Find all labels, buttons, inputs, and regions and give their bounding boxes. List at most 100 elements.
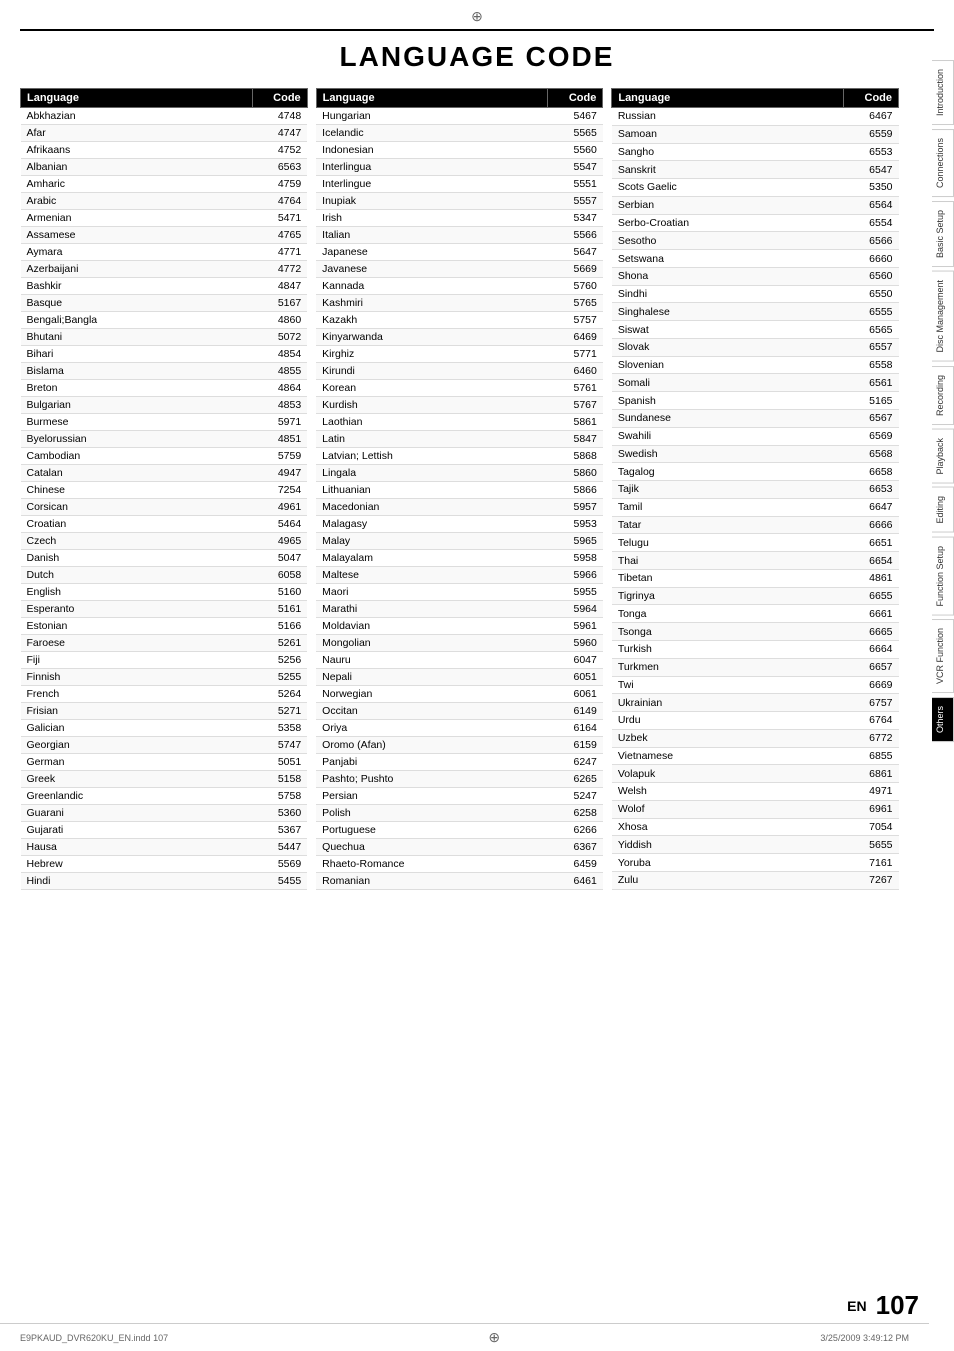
table-row: Portuguese6266 [316, 822, 603, 839]
sidebar-tab-others[interactable]: Others [932, 697, 954, 742]
language-cell: Zulu [612, 871, 844, 889]
sidebar-tab-vcr-function[interactable]: VCR Function [932, 619, 954, 693]
language-cell: Gujarati [21, 822, 253, 839]
language-cell: Siswat [612, 321, 844, 339]
table-row: Japanese5647 [316, 244, 603, 261]
language-cell: Bhutani [21, 329, 253, 346]
code-cell: 5158 [252, 771, 307, 788]
language-cell: Afar [21, 125, 253, 142]
language-cell: Korean [316, 380, 548, 397]
sidebar-tab-introduction[interactable]: Introduction [932, 60, 954, 125]
code-cell: 6149 [548, 703, 603, 720]
language-cell: Amharic [21, 176, 253, 193]
en-label: EN [847, 1298, 866, 1314]
language-cell: Inupiak [316, 193, 548, 210]
table-row: Norwegian6061 [316, 686, 603, 703]
code-cell: 5467 [548, 108, 603, 125]
table-row: Wolof6961 [612, 800, 899, 818]
sidebar-tab-editing[interactable]: Editing [932, 487, 954, 533]
code-cell: 5955 [548, 584, 603, 601]
table-row: Laothian5861 [316, 414, 603, 431]
language-cell: Afrikaans [21, 142, 253, 159]
code-cell: 4851 [252, 431, 307, 448]
main-content: Language Code Abkhazian4748Afar4747Afrik… [0, 88, 929, 890]
code-cell: 4855 [252, 363, 307, 380]
bottom-crosshair-icon: ⊕ [488, 1329, 500, 1345]
language-cell: Xhosa [612, 818, 844, 836]
language-cell: Kannada [316, 278, 548, 295]
code-cell: 5961 [548, 618, 603, 635]
code-cell: 6159 [548, 737, 603, 754]
code-cell: 5547 [548, 159, 603, 176]
table-row: Arabic4764 [21, 193, 308, 210]
code-cell: 6047 [548, 652, 603, 669]
language-cell: Twi [612, 676, 844, 694]
language-cell: Malay [316, 533, 548, 550]
table-row: Afar4747 [21, 125, 308, 142]
language-cell: Urdu [612, 712, 844, 730]
code-cell: 5861 [548, 414, 603, 431]
language-cell: Guarani [21, 805, 253, 822]
code-cell: 6764 [844, 712, 899, 730]
code-cell: 6560 [844, 267, 899, 285]
code-cell: 5953 [548, 516, 603, 533]
code-cell: 5767 [548, 397, 603, 414]
language-cell: Kashmiri [316, 295, 548, 312]
code-cell: 5560 [548, 142, 603, 159]
table-row: Tatar6666 [612, 516, 899, 534]
code-cell: 5569 [252, 856, 307, 873]
language-cell: Basque [21, 295, 253, 312]
code-cell: 5760 [548, 278, 603, 295]
code-cell: 4752 [252, 142, 307, 159]
table-row: Mongolian5960 [316, 635, 603, 652]
table-row: Kinyarwanda6469 [316, 329, 603, 346]
code-cell: 7267 [844, 871, 899, 889]
code-cell: 5271 [252, 703, 307, 720]
language-cell: Polish [316, 805, 548, 822]
code-cell: 5565 [548, 125, 603, 142]
sidebar-tab-disc-management[interactable]: Disc Management [932, 271, 954, 362]
language-cell: Tigrinya [612, 587, 844, 605]
code-cell: 5072 [252, 329, 307, 346]
language-cell: Indonesian [316, 142, 548, 159]
code-cell: 5161 [252, 601, 307, 618]
code-cell: 6653 [844, 481, 899, 499]
table-row: Siswat6565 [612, 321, 899, 339]
code-cell: 4748 [252, 108, 307, 125]
language-cell: Finnish [21, 669, 253, 686]
language-cell: Yoruba [612, 854, 844, 872]
table-row: Sundanese6567 [612, 410, 899, 428]
code-cell: 4965 [252, 533, 307, 550]
table-row: Icelandic5565 [316, 125, 603, 142]
table-row: Oromo (Afan)6159 [316, 737, 603, 754]
table-row: Shona6560 [612, 267, 899, 285]
table-row: Zulu7267 [612, 871, 899, 889]
table-row: Nauru6047 [316, 652, 603, 669]
language-cell: Chinese [21, 482, 253, 499]
table-row: Bhutani5072 [21, 329, 308, 346]
language-cell: Estonian [21, 618, 253, 635]
code-cell: 6061 [548, 686, 603, 703]
table-row: Romanian6461 [316, 873, 603, 890]
sidebar-tab-playback[interactable]: Playback [932, 429, 954, 484]
code-cell: 7161 [844, 854, 899, 872]
sidebar-tab-connections[interactable]: Connections [932, 129, 954, 197]
code-cell: 4860 [252, 312, 307, 329]
language-cell: Persian [316, 788, 548, 805]
table-row: Hungarian5467 [316, 108, 603, 125]
sidebar-tab-function-setup[interactable]: Function Setup [932, 537, 954, 616]
code-cell: 6651 [844, 534, 899, 552]
language-cell: Croatian [21, 516, 253, 533]
language-cell: Latvian; Lettish [316, 448, 548, 465]
code-cell: 6569 [844, 427, 899, 445]
table-row: Gujarati5367 [21, 822, 308, 839]
language-table-3: Language Code Russian6467Samoan6559Sangh… [611, 88, 899, 890]
sidebar-tab-basic-setup[interactable]: Basic Setup [932, 201, 954, 267]
table-row: Chinese7254 [21, 482, 308, 499]
table-row: Thai6654 [612, 552, 899, 570]
table-row: Macedonian5957 [316, 499, 603, 516]
sidebar-tab-recording[interactable]: Recording [932, 366, 954, 425]
language-cell: Volapuk [612, 765, 844, 783]
language-cell: Greenlandic [21, 788, 253, 805]
code-cell: 5758 [252, 788, 307, 805]
